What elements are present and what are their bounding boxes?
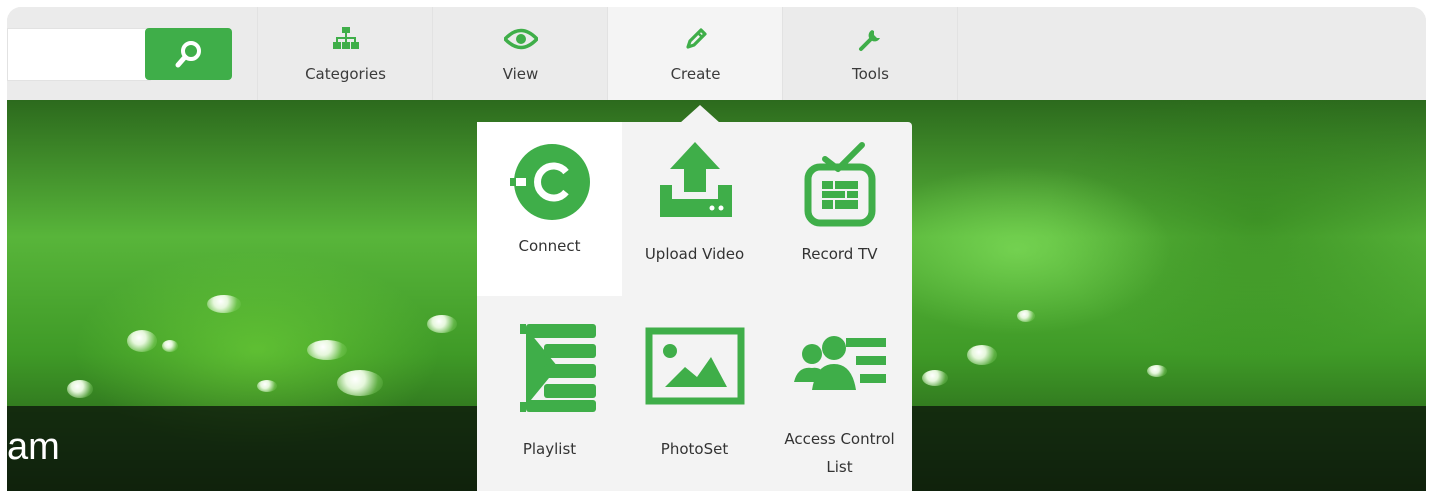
menu-item-record-tv[interactable]: Record TV — [767, 122, 912, 296]
wrench-icon — [858, 30, 880, 51]
navbar-divider — [957, 7, 958, 100]
water-drop — [337, 370, 383, 396]
menu-item-access-control-list[interactable]: Access Control List — [767, 307, 912, 481]
water-drop — [1147, 365, 1167, 377]
search-button[interactable] — [145, 28, 232, 80]
menu-label-access-control-list: Access Control List — [784, 430, 895, 476]
users-list-icon — [793, 336, 886, 390]
water-drop — [207, 295, 241, 313]
nav-item-create[interactable]: Create — [607, 7, 783, 100]
menu-item-playlist[interactable]: Playlist — [477, 307, 622, 481]
menu-label-connect: Connect — [518, 237, 581, 255]
nav-item-view[interactable]: View — [432, 7, 608, 100]
water-drop — [67, 380, 93, 398]
app-frame: am Categories View Create Tools Connect … — [7, 7, 1426, 491]
water-drop — [307, 340, 347, 360]
sitemap-icon — [332, 27, 359, 49]
nav-item-tools[interactable]: Tools — [782, 7, 958, 100]
top-navbar: Categories View Create Tools — [7, 7, 1426, 100]
nav-label-view: View — [502, 65, 539, 83]
menu-label-playlist: Playlist — [522, 440, 577, 458]
water-drop — [127, 330, 157, 352]
water-drop — [162, 340, 178, 352]
nav-label-tools: Tools — [852, 65, 889, 83]
nav-label-create: Create — [670, 65, 721, 83]
nav-item-categories[interactable]: Categories — [257, 7, 433, 100]
upload-icon — [659, 142, 732, 217]
playlist-icon — [519, 323, 596, 412]
menu-label-upload-video: Upload Video — [644, 245, 745, 263]
menu-item-upload-video[interactable]: Upload Video — [622, 122, 767, 296]
menu-label-photoset: PhotoSet — [660, 440, 729, 458]
photo-icon — [645, 327, 744, 405]
search-icon — [175, 41, 201, 68]
menu-item-photoset[interactable]: PhotoSet — [622, 307, 767, 481]
menu-item-connect[interactable]: Connect — [477, 122, 622, 296]
dropdown-caret — [680, 105, 720, 123]
create-dropdown-menu: Connect Upload Video Record TV Playlist … — [477, 122, 912, 491]
menu-label-record-tv: Record TV — [801, 245, 878, 263]
water-drop — [257, 380, 277, 392]
nav-label-categories: Categories — [305, 65, 386, 83]
water-drop — [427, 315, 457, 333]
water-drop — [967, 345, 997, 365]
search-input[interactable] — [7, 28, 151, 81]
water-drop — [1017, 310, 1035, 322]
water-drop — [922, 370, 948, 386]
eye-icon — [503, 28, 538, 50]
hero-title: am — [7, 426, 60, 468]
connect-icon — [509, 144, 590, 220]
tv-icon — [804, 142, 875, 227]
pencil-icon — [685, 28, 707, 49]
